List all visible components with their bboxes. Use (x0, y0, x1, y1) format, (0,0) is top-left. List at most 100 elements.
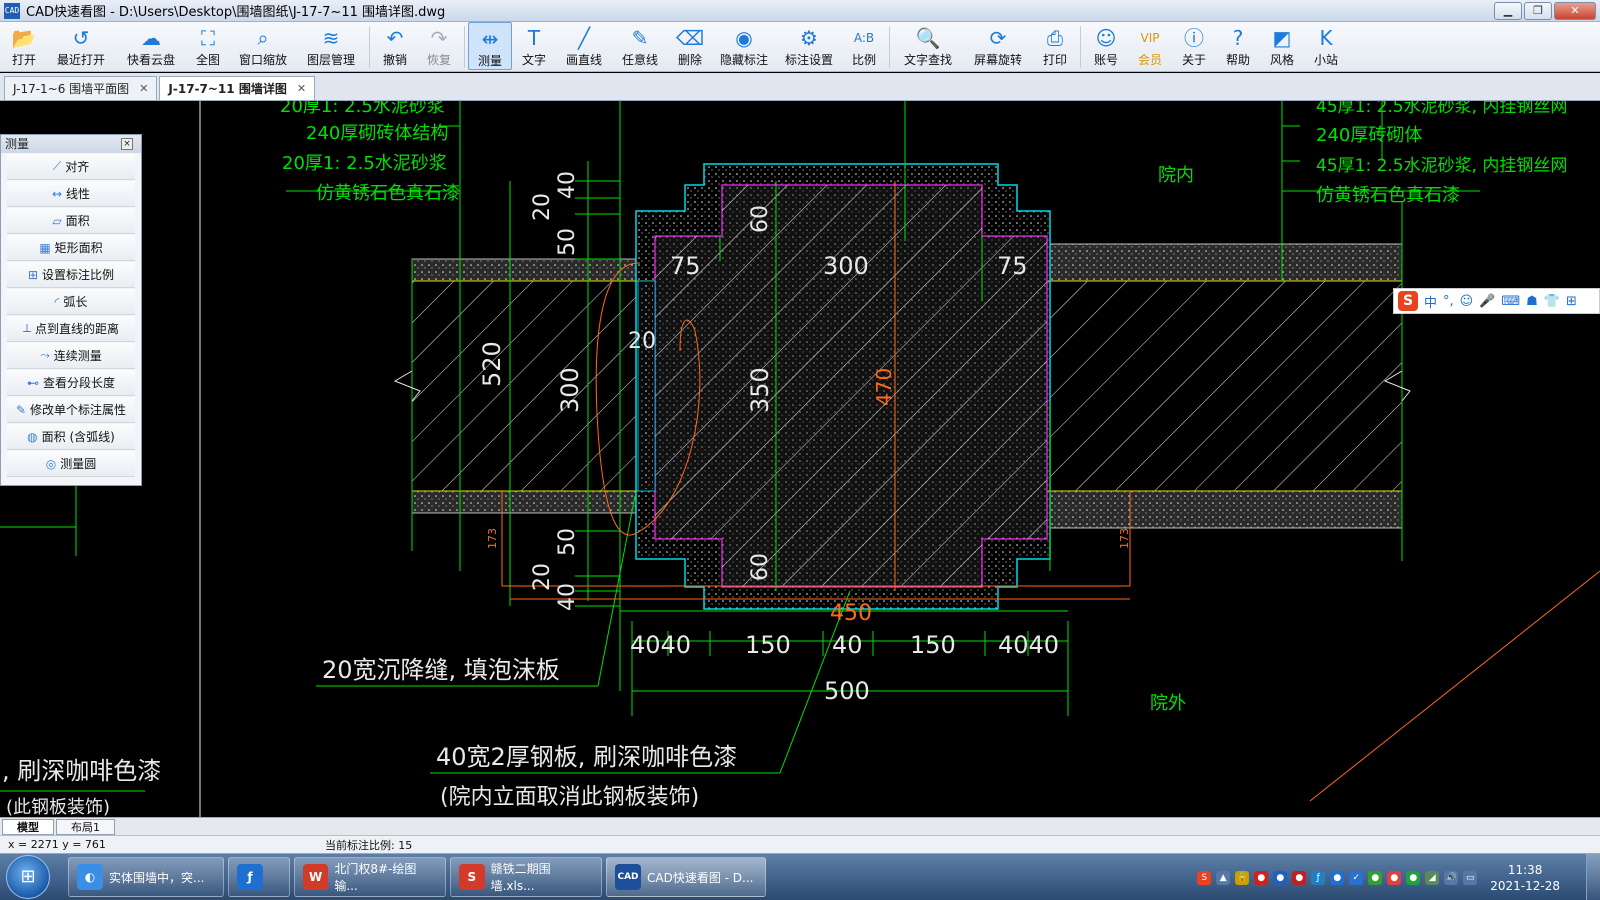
toolbar-button-9[interactable]: T 文字 (512, 22, 556, 70)
tray-icon-0[interactable]: S (1197, 870, 1212, 885)
toolbar-button-18[interactable]: ⎙ 打印 (1033, 22, 1077, 70)
measure-tool-5[interactable]: ◜ 弧长 (7, 289, 135, 315)
ime-logo-icon[interactable]: S (1398, 291, 1418, 311)
toolbar-button-5[interactable]: ≋ 图层管理 (296, 22, 366, 70)
toolbar-button-label: 测量 (477, 54, 502, 68)
toolbar-button-23[interactable]: ◩ 风格 (1260, 22, 1304, 70)
toolbar-button-15[interactable]: A:B 比例 (842, 22, 886, 70)
tray-icon-3[interactable]: ● (1254, 870, 1269, 885)
measure-tool-8[interactable]: ⊷ 查看分段长度 (7, 370, 135, 396)
tray-icon-4[interactable]: ● (1273, 870, 1288, 885)
tray-icon-6[interactable]: ƒ (1311, 870, 1326, 885)
tray-icon-5[interactable]: ● (1292, 870, 1307, 885)
measure-tool-7[interactable]: ⤳ 连续测量 (7, 343, 135, 369)
toolbar-button-22[interactable]: ? 帮助 (1216, 22, 1260, 70)
ime-punct[interactable]: °, (1443, 294, 1454, 309)
tab-model[interactable]: 模型 (2, 818, 54, 835)
tray-icon-9[interactable]: ● (1368, 870, 1383, 885)
measure-tool-10[interactable]: ◍ 面积 (含弧线) (7, 424, 135, 450)
start-button[interactable]: ⊞ (6, 855, 50, 899)
tab-plan-drawing[interactable]: J-17-1~6 围墙平面图 ✕ (4, 76, 158, 100)
tray-icon-13[interactable]: 🔊 (1444, 870, 1459, 885)
ime-mic-icon[interactable]: 🎤 (1479, 294, 1495, 309)
note-brick-right: 240厚砖砌体 (1316, 125, 1423, 146)
toolbar-button-1[interactable]: ↺ 最近打开 (46, 22, 116, 70)
toolbar-button-7[interactable]: ↷ 恢复 (417, 22, 461, 70)
note-paint-right: 仿黄锈石色真石漆 (1316, 185, 1460, 206)
taskbar-app-label: 赣铁二期围墙.xls... (490, 862, 551, 893)
window-title: CAD快速看图 - D:\Users\Desktop\围墙图纸\J-17-7~1… (26, 5, 446, 20)
measure-tool-1[interactable]: ↔ 线性 (7, 181, 135, 207)
tray-icon-2[interactable]: 🔒 (1235, 870, 1250, 885)
measure-tool-11[interactable]: ◎ 测量圆 (7, 451, 135, 477)
toolbar-button-11[interactable]: ✎ 任意线 (612, 22, 668, 70)
ime-keyboard-icon[interactable]: ⌨ (1501, 294, 1520, 309)
tab-layout1[interactable]: 布局1 (56, 818, 115, 835)
tray-icon-12[interactable]: ◢ (1425, 870, 1440, 885)
show-desktop-button[interactable] (1586, 854, 1600, 900)
note-steel-plate-2: (院内立面取消此钢板装饰) (440, 785, 700, 810)
tab-detail-drawing[interactable]: J-17-7~11 围墙详图 ✕ (159, 76, 316, 100)
toolbar-button-3[interactable]: ⛶ 全图 (186, 22, 230, 70)
toolbar-button-17[interactable]: ⟳ 屏幕旋转 (963, 22, 1033, 70)
toolbar-button-6[interactable]: ↶ 撤销 (373, 22, 417, 70)
toolbar-button-24[interactable]: K 小站 (1304, 22, 1348, 70)
measure-tool-label: 面积 (含弧线) (41, 430, 115, 444)
ime-menu-icon[interactable]: ⊞ (1566, 294, 1577, 309)
status-bar: x = 2271 y = 761 当前标注比例: 15 (0, 835, 1600, 853)
drawing-canvas[interactable]: 20厚1: 2.5水泥砂浆 240厚砌砖体结构 20厚1: 2.5水泥砂浆 仿黄… (0, 101, 1600, 817)
measure-tool-6[interactable]: ⟂ 点到直线的距离 (7, 316, 135, 342)
toolbar-button-label: 图层管理 (306, 53, 355, 67)
style-icon: ◩ (1272, 26, 1292, 50)
tab-close-icon[interactable]: ✕ (297, 78, 306, 100)
tray-icon-8[interactable]: ✓ (1349, 870, 1364, 885)
dim-300-vertical: 300 (556, 367, 584, 413)
minimize-button[interactable]: ▁ (1494, 2, 1522, 20)
toolbar-button-0[interactable]: 📂 打开 (2, 22, 46, 70)
toolbar-button-16[interactable]: 🔍 文字查找 (893, 22, 963, 70)
dim-470: 470 (872, 367, 896, 406)
measure-panel-close-icon[interactable]: × (121, 138, 133, 150)
toolbar-button-2[interactable]: ☁ 快看云盘 (116, 22, 186, 70)
tab-close-icon[interactable]: ✕ (139, 78, 148, 100)
clock[interactable]: 11:38 2021-12-28 (1490, 862, 1560, 894)
toolbar-button-21[interactable]: ⓘ 关于 (1172, 22, 1216, 70)
ime-emoji-icon[interactable]: ☺ (1460, 294, 1474, 309)
measure-tool-3[interactable]: ▦ 矩形面积 (7, 235, 135, 261)
measure-tool-9[interactable]: ✎ 修改单个标注属性 (7, 397, 135, 423)
toolbar-button-12[interactable]: ⌫ 删除 (668, 22, 712, 70)
taskbar-app-3[interactable]: S 赣铁二期围墙.xls... (450, 857, 602, 897)
dim-520: 520 (478, 341, 506, 387)
measure-tool-label: 线性 (66, 187, 91, 201)
measure-tool-label: 矩形面积 (54, 241, 103, 255)
toolbar-button-19[interactable]: ☺ 账号 (1084, 22, 1128, 70)
toolbar-button-13[interactable]: ◉ 隐藏标注 (712, 22, 776, 70)
tray-icon-10[interactable]: ● (1387, 870, 1402, 885)
taskbar-app-1[interactable]: ƒ (228, 857, 290, 897)
taskbar-app-4[interactable]: CAD CAD快速看图 - D... (606, 857, 766, 897)
taskbar-app-2[interactable]: W 北门权8#-绘图输... (294, 857, 446, 897)
measure-tool-0[interactable]: ⟋ 对齐 (7, 154, 135, 180)
toolbar-button-label: 会员 (1137, 53, 1162, 67)
ime-user-icon[interactable]: ☗ (1526, 294, 1538, 309)
taskbar-app-label: CAD快速看图 - D... (647, 870, 754, 885)
tray-icon-7[interactable]: ● (1330, 870, 1345, 885)
toolbar-button-10[interactable]: ╱ 画直线 (556, 22, 612, 70)
toolbar-button-8[interactable]: ⇹ 测量 (468, 22, 512, 70)
close-button[interactable]: ✕ (1554, 2, 1596, 20)
toolbar-button-4[interactable]: ⌕ 窗口缩放 (230, 22, 296, 70)
tray-icon-11[interactable]: ● (1406, 870, 1421, 885)
measure-tool-2[interactable]: ▱ 面积 (7, 208, 135, 234)
measure-tool-4[interactable]: ⊞ 设置标注比例 (7, 262, 135, 288)
ime-mode[interactable]: 中 (1424, 292, 1437, 311)
maximize-button[interactable]: ❐ (1524, 2, 1552, 20)
toolbar-button-14[interactable]: ⚙ 标注设置 (776, 22, 842, 70)
measure-tool-icon: ⤳ (40, 348, 50, 362)
line-icon: ╱ (577, 26, 591, 50)
ime-skin-icon[interactable]: 👕 (1544, 294, 1560, 309)
toolbar-button-20[interactable]: VIP 会员 (1128, 22, 1172, 70)
taskbar-app-0[interactable]: ◐ 实体围墙中，突... (68, 857, 224, 897)
title-bar: CAD CAD快速看图 - D:\Users\Desktop\围墙图纸\J-17… (0, 0, 1600, 22)
tray-icon-1[interactable]: ▲ (1216, 870, 1231, 885)
tray-icon-14[interactable]: ▭ (1463, 870, 1478, 885)
